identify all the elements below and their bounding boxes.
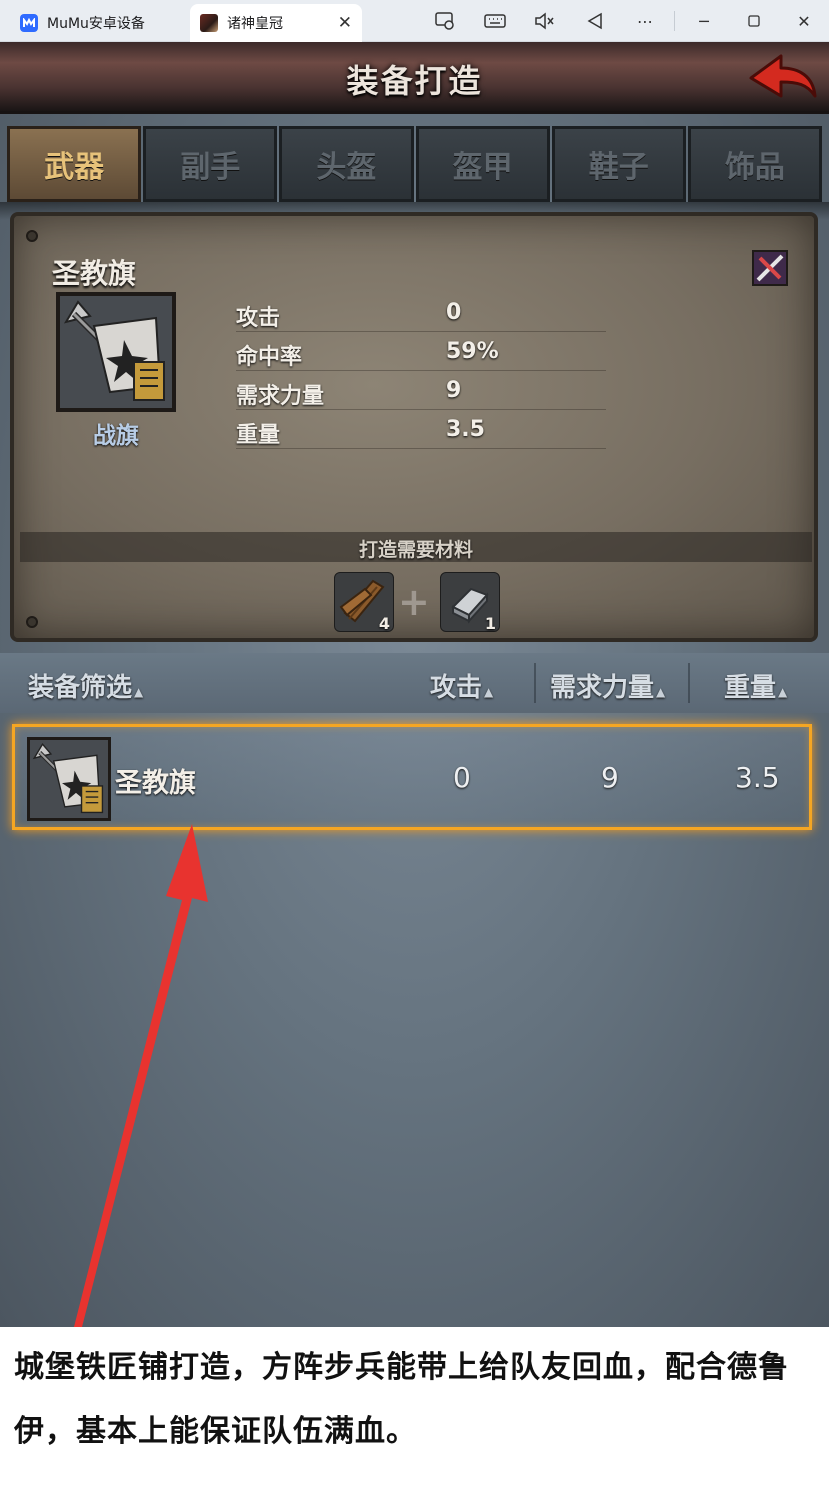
banner-icon — [27, 737, 111, 821]
rivet-icon — [26, 230, 38, 242]
back-arrow-icon[interactable] — [747, 52, 819, 102]
sort-filter-button[interactable]: 装备筛选 ▲ — [28, 667, 143, 704]
row-item-name: 圣教旗 — [115, 768, 196, 799]
page-title: 装备打造 — [346, 62, 483, 100]
screen-record-icon[interactable] — [420, 0, 470, 42]
tab-shoes[interactable]: 鞋子 — [551, 126, 686, 202]
list-header: 装备筛选 ▲ 攻击 ▲ 需求力量 ▲ 重量 ▲ — [0, 653, 829, 713]
tab-offhand[interactable]: 副手 — [143, 126, 278, 202]
stat-value: 9 — [446, 378, 462, 403]
material-slot-iron[interactable]: 1 — [440, 572, 500, 633]
material-slot-wood[interactable]: 4 — [334, 572, 394, 633]
materials-header: 打造需要材料 — [20, 532, 812, 562]
item-type-label: 战旗 — [93, 423, 139, 449]
tab-label: 诸神皇冠 — [227, 16, 283, 32]
material-count: 4 — [378, 614, 390, 633]
stat-value: 0 — [446, 300, 462, 325]
row-strength-value: 9 — [601, 761, 619, 794]
sort-strength-button[interactable]: 需求力量 ▲ — [550, 667, 665, 704]
minimize-icon[interactable]: ─ — [679, 0, 729, 42]
crafting-skill-icon[interactable] — [752, 250, 788, 286]
equipment-list-row[interactable]: 圣教旗 0 9 3.5 — [12, 724, 812, 830]
window-controls: ⋯ ─ ✕ — [420, 0, 829, 42]
sort-attack-button[interactable]: 攻击 ▲ — [430, 667, 493, 704]
window-titlebar: MuMu安卓设备 诸神皇冠 ✕ ⋯ ─ ✕ — [0, 0, 829, 42]
header-label: 重量 — [724, 673, 777, 703]
plus-icon: + — [398, 580, 430, 624]
close-icon[interactable]: ✕ — [779, 0, 829, 42]
header-label: 攻击 — [430, 673, 483, 703]
stat-value: 3.5 — [446, 417, 485, 442]
banner-icon — [56, 292, 176, 412]
stat-label: 攻击 — [236, 306, 281, 331]
back-icon[interactable] — [570, 0, 620, 42]
material-count: 1 — [484, 614, 496, 633]
row-weight-value: 3.5 — [735, 761, 780, 794]
game-screen: 装备打造 武器 副手 头盔 盔甲 鞋子 饰品 圣教旗 战旗 攻击 0 命中率 5… — [0, 42, 829, 1327]
tab-armor[interactable]: 盔甲 — [415, 126, 550, 202]
stat-label: 命中率 — [236, 345, 303, 370]
header-label: 装备筛选 — [28, 673, 133, 703]
tab-game[interactable]: 诸神皇冠 ✕ — [190, 4, 362, 42]
stat-value: 59% — [446, 339, 499, 364]
sort-up-icon: ▲ — [134, 685, 144, 699]
stat-label: 需求力量 — [236, 384, 325, 409]
keyboard-icon[interactable] — [470, 0, 520, 42]
tab-helmet[interactable]: 头盔 — [279, 126, 414, 202]
sort-up-icon: ▲ — [484, 685, 494, 699]
item-detail-panel: 圣教旗 战旗 攻击 0 命中率 59% 需求力量 9 重量 3.5 打造需要材料… — [10, 212, 818, 642]
divider — [674, 11, 675, 31]
stat-row-attack: 攻击 0 — [236, 298, 606, 332]
stat-row-strength: 需求力量 9 — [236, 376, 606, 410]
stat-label: 重量 — [236, 423, 281, 448]
tab-label: MuMu安卓设备 — [47, 16, 145, 32]
sort-up-icon: ▲ — [778, 685, 788, 699]
divider — [688, 663, 690, 703]
caption-text: 城堡铁匠铺打造，方阵步兵能带上给队友回血，配合德鲁伊，基本上能保证队伍满血。 — [14, 1350, 789, 1449]
maximize-icon[interactable] — [729, 0, 779, 42]
row-attack-value: 0 — [453, 761, 471, 794]
more-icon[interactable]: ⋯ — [620, 0, 670, 42]
item-name: 圣教旗 — [52, 257, 137, 290]
tab-mumu-device[interactable]: MuMu安卓设备 — [10, 4, 190, 42]
screen-header: 装备打造 — [0, 42, 829, 114]
sort-weight-button[interactable]: 重量 ▲ — [724, 667, 787, 704]
sort-up-icon: ▲ — [656, 685, 666, 699]
materials-title: 打造需要材料 — [358, 539, 473, 561]
category-tabs: 武器 副手 头盔 盔甲 鞋子 饰品 — [7, 126, 823, 202]
tab-accessory[interactable]: 饰品 — [687, 126, 823, 202]
rivet-icon — [26, 616, 38, 628]
mumu-logo-icon — [20, 14, 38, 32]
divider — [534, 663, 536, 703]
tab-close-icon[interactable]: ✕ — [338, 13, 352, 33]
mute-icon[interactable] — [520, 0, 570, 42]
game-icon — [200, 14, 218, 32]
header-label: 需求力量 — [550, 673, 655, 703]
stat-row-accuracy: 命中率 59% — [236, 337, 606, 371]
stat-row-weight: 重量 3.5 — [236, 415, 606, 449]
tab-weapon[interactable]: 武器 — [7, 126, 142, 202]
